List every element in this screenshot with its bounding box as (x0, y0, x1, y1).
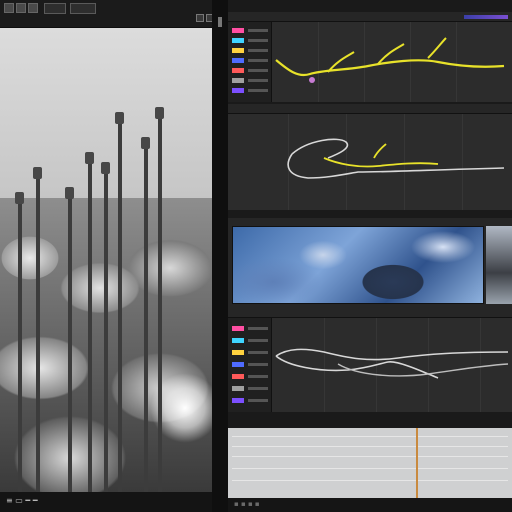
file-icon[interactable] (4, 3, 14, 13)
graph-editor-2[interactable] (228, 114, 512, 210)
app-window: ≡ ▭ ━ ━ ▪ ▪ ▪ ▪ (0, 0, 512, 512)
tower (15, 192, 24, 492)
texture-preview-panel (228, 218, 512, 308)
edit-icon[interactable] (16, 3, 26, 13)
graph-editor-1[interactable] (228, 22, 512, 102)
3d-viewport[interactable] (0, 28, 212, 492)
curve-canvas-3 (275, 348, 509, 379)
tower (141, 137, 150, 492)
animation-curve (373, 143, 387, 159)
animation-curve (337, 363, 509, 377)
graph-editor-3[interactable] (228, 318, 512, 412)
divider-handle[interactable] (218, 17, 222, 27)
animation-curve (275, 348, 509, 361)
status-bar: ≡ ▭ ━ ━ (0, 492, 212, 512)
timeline-panel[interactable] (228, 428, 512, 498)
footer-bar: ▪ ▪ ▪ ▪ (228, 498, 512, 512)
keyframe-point (309, 77, 315, 83)
tower (115, 112, 124, 492)
toolbar-field[interactable] (44, 3, 66, 14)
curve-canvas-2 (287, 138, 505, 179)
tower (101, 162, 110, 492)
view-icon[interactable] (28, 3, 38, 13)
animation-curve (287, 153, 505, 179)
status-text: ≡ ▭ ━ ━ (6, 496, 38, 505)
playhead[interactable] (416, 428, 418, 498)
right-panel-stack: ▪ ▪ ▪ ▪ (228, 0, 512, 512)
viewport-toolbar (0, 0, 220, 28)
animation-curve (327, 37, 447, 73)
graph-header (228, 12, 512, 22)
toolbar-field-2[interactable] (70, 3, 96, 14)
animation-curve (323, 157, 439, 168)
tower (33, 167, 42, 492)
tower (65, 187, 74, 492)
footer-text: ▪ ▪ ▪ ▪ (234, 500, 260, 508)
tower (155, 107, 164, 492)
header-accent (464, 15, 508, 19)
panel-divider[interactable] (212, 0, 228, 512)
sky-texture-preview[interactable] (232, 226, 484, 304)
texture-thumbnail[interactable] (486, 226, 512, 304)
graph-header (228, 308, 512, 318)
curve-canvas-1 (275, 37, 505, 83)
tower (85, 152, 94, 492)
graph-header (228, 104, 512, 114)
animation-curve (275, 59, 505, 77)
animation-curve (291, 138, 349, 159)
play-icon[interactable] (196, 14, 204, 22)
